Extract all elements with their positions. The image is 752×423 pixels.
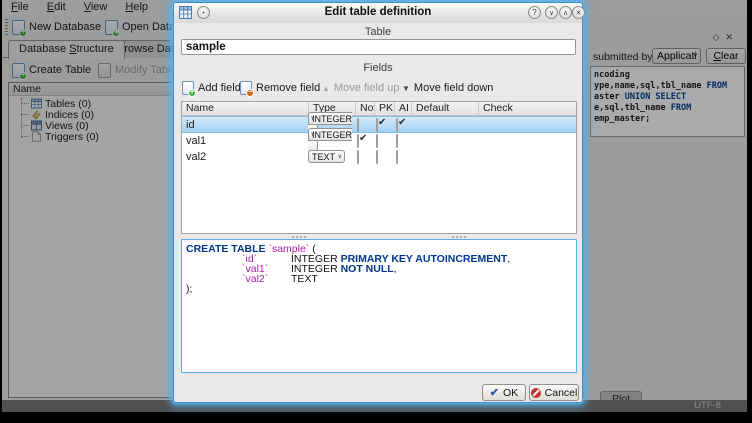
pk-checkbox-val2[interactable] [376,150,378,164]
maximize-icon[interactable] [559,6,572,19]
ai-checkbox-val1[interactable] [396,134,398,148]
column-header-default[interactable]: Default [411,102,478,115]
type-select-val2[interactable]: TEXT [308,150,345,163]
ok-check-icon: ✔ [490,388,499,398]
column-header-name[interactable]: Name [182,102,308,115]
field-row-id[interactable]: id INTEGER [182,116,576,133]
table-group-label: Table [174,26,582,38]
help-icon[interactable] [528,6,541,19]
move-field-down-button[interactable]: ▼ Move field down [402,79,493,97]
move-field-up-button[interactable]: ▲ Move field up [322,79,399,97]
close-icon[interactable] [572,6,585,19]
fields-toolbar: + Add field − Remove field ▲ Move field … [174,79,582,97]
not-null-checkbox-val1[interactable] [357,134,359,148]
ok-button[interactable]: ✔ OK [482,384,526,401]
fields-table: Name Type Not PK AI Default Check id INT… [181,101,577,234]
fields-table-header: Name Type Not PK AI Default Check [182,102,576,116]
arrow-up-icon: ▲ [322,84,330,93]
column-header-ai[interactable]: AI [394,102,411,115]
ai-checkbox-id[interactable] [396,118,398,132]
column-header-pk[interactable]: PK [374,102,394,115]
dialog-title-bar[interactable]: Edit table definition [174,3,582,23]
not-null-checkbox-val2[interactable] [357,150,359,164]
field-row-val2[interactable]: val2 TEXT [182,149,576,165]
table-name-input[interactable] [181,39,576,55]
add-field-button[interactable]: + Add field [182,79,241,97]
column-header-not[interactable]: Not [355,102,374,115]
remove-field-icon: − [240,81,252,95]
field-row-val1[interactable]: val1 INTEGER [182,133,576,149]
fields-group-label: Fields [174,62,582,74]
ai-checkbox-val2[interactable] [396,150,398,164]
pk-checkbox-id[interactable] [376,118,378,132]
dialog-title: Edit table definition [174,6,582,18]
arrow-down-icon: ▼ [402,84,410,93]
add-field-icon: + [182,81,194,95]
cancel-icon [531,388,541,398]
sql-preview[interactable]: CREATE TABLE `sample` ( `id`INTEGER PRIM… [181,239,577,373]
not-null-checkbox-id[interactable] [357,118,359,132]
pk-checkbox-val1[interactable] [376,134,378,148]
column-header-check[interactable]: Check [478,102,576,115]
minimize-icon[interactable] [545,6,558,19]
cancel-button[interactable]: Cancel [529,384,579,401]
remove-field-button[interactable]: − Remove field [240,79,320,97]
edit-table-definition-dialog: Edit table definition Table Fields + Add… [173,2,583,403]
